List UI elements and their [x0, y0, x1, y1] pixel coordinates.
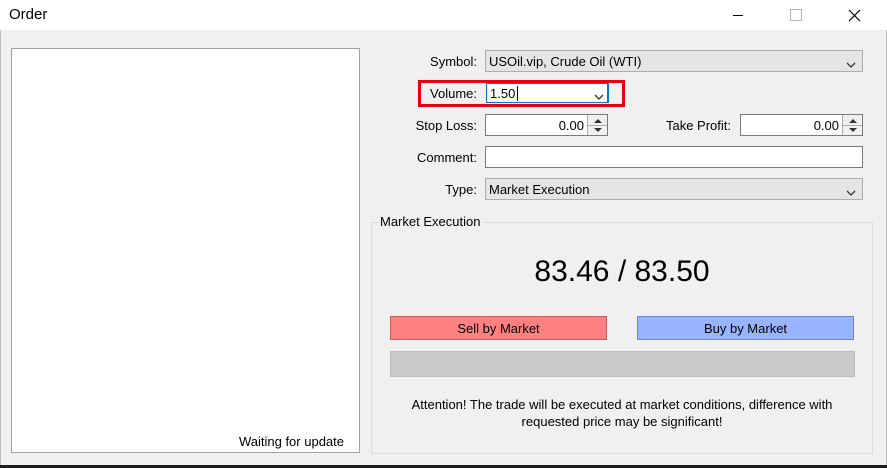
window-border-left [0, 30, 1, 468]
group-title: Market Execution [380, 214, 484, 229]
text-caret [517, 86, 518, 101]
take-profit-input[interactable]: 0.00 [740, 114, 863, 136]
take-profit-value: 0.00 [813, 118, 839, 133]
type-value: Market Execution [489, 182, 590, 197]
chevron-down-icon [846, 185, 856, 200]
execution-progress-bar [390, 351, 855, 377]
minimize-button[interactable] [715, 0, 761, 30]
spin-down-icon[interactable] [588, 125, 607, 135]
type-label: Type: [445, 182, 477, 197]
close-icon [848, 9, 861, 22]
sell-by-market-button[interactable]: Sell by Market [390, 316, 607, 340]
stop-loss-label: Stop Loss: [415, 118, 477, 133]
chevron-down-icon [846, 57, 856, 72]
maximize-icon [790, 9, 802, 21]
type-dropdown[interactable]: Market Execution [485, 178, 863, 200]
stop-loss-value: 0.00 [558, 118, 584, 133]
attention-text: Attention! The trade will be executed at… [371, 396, 873, 430]
comment-input[interactable] [485, 146, 863, 168]
symbol-value: USOil.vip, Crude Oil (WTI) [489, 54, 642, 69]
title-bar: Order [0, 0, 887, 30]
attention-line-1: Attention! The trade will be executed at… [411, 397, 833, 412]
take-profit-label: Take Profit: [665, 118, 731, 133]
volume-combobox[interactable]: 1.50 [486, 83, 609, 103]
window-title: Order [9, 6, 48, 23]
take-profit-spinner[interactable] [842, 115, 862, 135]
buy-by-market-button[interactable]: Buy by Market [637, 316, 854, 340]
comment-label: Comment: [417, 150, 477, 165]
stop-loss-input[interactable]: 0.00 [485, 114, 608, 136]
volume-label: Volume: [430, 86, 477, 101]
close-button[interactable] [831, 0, 877, 30]
chevron-down-icon[interactable] [594, 89, 604, 104]
symbol-dropdown[interactable]: USOil.vip, Crude Oil (WTI) [485, 50, 863, 72]
maximize-button[interactable] [773, 0, 819, 30]
symbol-label: Symbol: [430, 54, 477, 69]
tick-chart-panel: Waiting for update [11, 48, 360, 453]
minimize-icon [732, 9, 744, 21]
volume-right-edge [607, 84, 608, 102]
spin-down-icon[interactable] [843, 125, 862, 135]
volume-value: 1.50 [490, 86, 516, 101]
attention-line-2: requested price may be significant! [521, 414, 723, 429]
bid-ask-price: 83.46 / 83.50 [534, 255, 710, 288]
stop-loss-spinner[interactable] [587, 115, 607, 135]
chart-status-text: Waiting for update [238, 434, 344, 449]
